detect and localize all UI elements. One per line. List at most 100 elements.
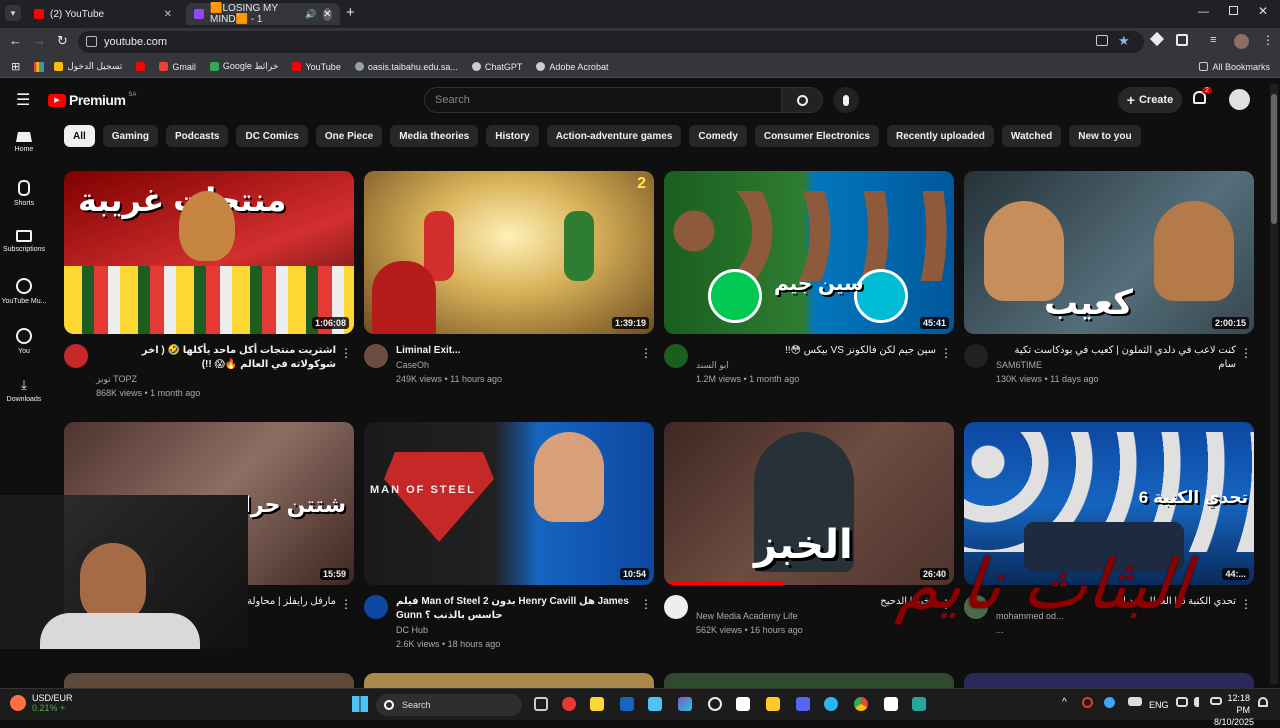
channel-name[interactable]: CaseOh — [396, 360, 429, 370]
address-bar[interactable]: youtube.com ★ — [78, 31, 1144, 53]
app-icon[interactable] — [648, 697, 662, 711]
bookmark-item[interactable]: Gmail — [159, 62, 196, 72]
tray-overflow-icon[interactable]: ^ — [1062, 697, 1067, 708]
extensions-icon[interactable] — [1176, 34, 1188, 46]
chip[interactable]: Recently uploaded — [887, 125, 994, 147]
apps-grid-icon[interactable]: ⊞ — [11, 60, 20, 73]
chip[interactable]: New to you — [1069, 125, 1141, 147]
bookmark-item[interactable]: تسجيل الدخول — [54, 61, 122, 72]
all-bookmarks[interactable]: All Bookmarks — [1199, 62, 1270, 72]
app-icon[interactable] — [562, 697, 576, 711]
chip[interactable]: Podcasts — [166, 125, 229, 147]
more-actions-icon[interactable]: ⋮ — [940, 346, 952, 360]
chip-all[interactable]: All — [64, 125, 95, 147]
bookmark-item[interactable]: Google خرائط — [209, 61, 278, 72]
guide-item-subscriptions[interactable]: Subscriptions — [0, 230, 48, 253]
chip[interactable]: Comedy — [689, 125, 747, 147]
chip[interactable]: Action-adventure games — [546, 125, 682, 147]
reading-list-icon[interactable]: ≡ — [1210, 34, 1216, 46]
google-apps-icon[interactable] — [34, 61, 45, 72]
notifications-button[interactable]: 2 — [1193, 87, 1212, 105]
guide-item-home[interactable]: Home — [0, 132, 48, 153]
task-view-icon[interactable] — [534, 697, 548, 711]
profile-avatar[interactable] — [1234, 34, 1249, 49]
voice-search-button[interactable] — [833, 87, 859, 113]
video-card[interactable]: MAN OF STEEL 10:54 فيلم Man of Steel 2 ب… — [364, 422, 654, 655]
volume-icon[interactable] — [1194, 697, 1204, 707]
guide-item-shorts[interactable]: Shorts — [0, 180, 48, 207]
app-icon[interactable] — [912, 697, 926, 711]
chatgpt-icon[interactable] — [708, 697, 722, 711]
telegram-icon[interactable] — [824, 697, 838, 711]
channel-name[interactable]: DC Hub — [396, 625, 428, 635]
file-explorer-icon[interactable] — [766, 697, 780, 711]
scrollbar-thumb[interactable] — [1271, 94, 1277, 224]
more-actions-icon[interactable]: ⋮ — [1240, 597, 1252, 611]
language-indicator[interactable]: ENG — [1149, 700, 1169, 710]
more-actions-icon[interactable]: ⋮ — [640, 346, 652, 360]
video-thumbnail[interactable]: سين جيم 45:41 — [664, 171, 954, 334]
minimize-icon[interactable]: — — [1198, 6, 1209, 18]
video-thumbnail[interactable] — [64, 673, 354, 688]
wifi-icon[interactable] — [1176, 697, 1188, 707]
youtube-logo[interactable]: ▶ Premium SA — [48, 92, 136, 108]
video-card[interactable]: سين جيم 45:41 سين جيم لكن فالكونز VS بيك… — [664, 171, 954, 404]
speaker-icon[interactable]: 🔊 — [305, 9, 316, 20]
bookmark-item[interactable]: Adobe Acrobat — [536, 62, 608, 72]
channel-avatar[interactable] — [364, 595, 388, 619]
taskbar-search[interactable]: Search — [376, 694, 522, 716]
tray-icon[interactable] — [1104, 697, 1115, 708]
video-card[interactable]: كعيب 2:00:15 كنت لاعب في دلدي الثملون | … — [964, 171, 1254, 404]
bookmark-star-icon[interactable]: ★ — [1118, 33, 1130, 49]
chrome-menu-icon[interactable]: ⋮ — [1262, 33, 1274, 47]
page-scrollbar[interactable] — [1270, 84, 1278, 684]
close-tab-icon[interactable]: ✕ — [164, 9, 172, 20]
more-actions-icon[interactable]: ⋮ — [340, 597, 352, 611]
chip[interactable]: DC Comics — [236, 125, 308, 147]
account-avatar[interactable] — [1229, 89, 1250, 110]
copilot-icon[interactable] — [678, 697, 692, 711]
channel-name[interactable]: New Media Academy Life — [696, 611, 798, 621]
chip[interactable]: Consumer Electronics — [754, 125, 879, 147]
bookmark-item[interactable]: YouTube — [292, 62, 341, 72]
new-tab-button[interactable]: + — [346, 4, 355, 21]
video-thumbnail[interactable]: 2 1:39:19 — [364, 171, 654, 334]
video-thumbnail[interactable]: كعيب 2:00:15 — [964, 171, 1254, 334]
channel-avatar[interactable] — [664, 595, 688, 619]
tab-youtube[interactable]: (2) YouTube ✕ — [26, 3, 180, 25]
create-button[interactable]: + Create — [1118, 87, 1182, 113]
chip[interactable]: History — [486, 125, 539, 147]
forward-icon[interactable]: → — [33, 33, 46, 48]
chip[interactable]: Gaming — [102, 125, 159, 147]
clock[interactable]: 12:18 PM 8/10/2025 — [1214, 692, 1254, 728]
channel-name[interactable]: توبز TOPZ — [96, 374, 137, 385]
discord-icon[interactable] — [796, 697, 810, 711]
start-button[interactable] — [352, 696, 368, 712]
back-icon[interactable]: ← — [9, 33, 22, 48]
channel-avatar[interactable] — [64, 344, 88, 368]
channel-avatar[interactable] — [964, 344, 988, 368]
channel-avatar[interactable] — [364, 344, 388, 368]
hamburger-menu-icon[interactable]: ☰ — [16, 90, 30, 110]
tab-stream[interactable]: 🟧LOSING MY MIND🟧 - 1 🔊 ✕ — [186, 3, 340, 25]
video-thumbnail[interactable]: MAN OF STEEL 10:54 — [364, 422, 654, 585]
video-title[interactable]: فيلم Man of Steel 2 بدون Henry Cavill هل… — [396, 595, 636, 623]
bookmark-item[interactable] — [136, 62, 146, 71]
more-actions-icon[interactable]: ⋮ — [1240, 346, 1252, 360]
tray-icon[interactable] — [1082, 697, 1093, 708]
video-thumbnail[interactable] — [964, 673, 1254, 688]
reload-icon[interactable]: ↻ — [57, 33, 68, 49]
notifications-bell-icon[interactable] — [1258, 697, 1268, 707]
close-window-icon[interactable]: ✕ — [1258, 4, 1268, 18]
more-actions-icon[interactable]: ⋮ — [640, 597, 652, 611]
outlook-icon[interactable] — [620, 697, 634, 711]
weather-widget[interactable]: USD/EUR 0.21% + — [10, 693, 73, 713]
chip[interactable]: Media theories — [390, 125, 479, 147]
tab-search-button[interactable]: ▾ — [5, 5, 21, 21]
channel-avatar[interactable] — [664, 344, 688, 368]
video-thumbnail[interactable]: منتجات غريبة 1:06:08 — [64, 171, 354, 334]
video-card[interactable]: منتجات غريبة 1:06:08 اشتريت منتجات أكل م… — [64, 171, 354, 404]
maximize-icon[interactable] — [1229, 6, 1238, 15]
install-icon[interactable] — [1096, 35, 1108, 46]
channel-name[interactable]: ابو السند — [696, 360, 729, 371]
